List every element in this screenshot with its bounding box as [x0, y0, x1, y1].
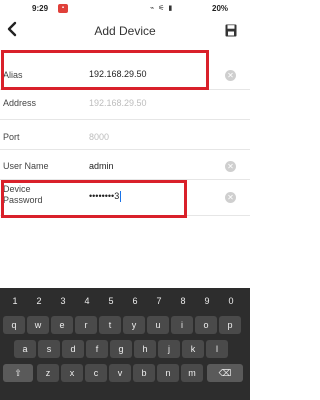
address-row[interactable]: Address 192.168.29.50: [0, 90, 250, 120]
key-z[interactable]: z: [37, 364, 59, 382]
key-p[interactable]: p: [219, 316, 241, 334]
key-4[interactable]: 4: [77, 292, 97, 310]
shift-key-icon[interactable]: ⇧: [3, 364, 33, 382]
username-clear-icon[interactable]: ✕: [225, 161, 236, 172]
key-q[interactable]: q: [3, 316, 25, 334]
key-l[interactable]: l: [206, 340, 228, 358]
key-6[interactable]: 6: [125, 292, 145, 310]
keyboard-row-2: a s d f g h j k l: [0, 340, 250, 360]
status-time: 9:29: [32, 4, 49, 13]
key-3[interactable]: 3: [53, 292, 73, 310]
address-input[interactable]: 192.168.29.50: [89, 98, 147, 108]
key-r[interactable]: r: [75, 316, 97, 334]
keyboard-number-row: 1 2 3 4 5 6 7 8 9 0: [0, 292, 250, 312]
key-y[interactable]: y: [123, 316, 145, 334]
key-k[interactable]: k: [182, 340, 204, 358]
key-d[interactable]: d: [62, 340, 84, 358]
username-row[interactable]: User Name admin ✕: [0, 150, 250, 180]
add-device-screen: 9:29 ▪ ⌁ ⚟ ▮ 20% Add Device Alias 192.16…: [0, 0, 250, 400]
delete-key-icon[interactable]: ⌫: [207, 364, 243, 382]
port-input[interactable]: 8000: [89, 132, 109, 142]
key-u[interactable]: u: [147, 316, 169, 334]
key-7[interactable]: 7: [149, 292, 169, 310]
username-label: User Name: [3, 161, 49, 171]
password-clear-icon[interactable]: ✕: [225, 192, 236, 203]
soft-keyboard: 1 2 3 4 5 6 7 8 9 0 q w e r t y u i o p …: [0, 288, 250, 400]
address-label: Address: [3, 98, 37, 108]
alias-highlight-box: [1, 50, 209, 90]
key-m[interactable]: m: [181, 364, 203, 382]
key-8[interactable]: 8: [173, 292, 193, 310]
status-bar: 9:29 ▪ ⌁ ⚟ ▮ 20%: [0, 0, 250, 18]
battery-level: 20%: [212, 4, 229, 13]
page-title: Add Device: [94, 24, 156, 38]
username-input[interactable]: admin: [89, 161, 114, 171]
key-c[interactable]: c: [85, 364, 107, 382]
key-f[interactable]: f: [86, 340, 108, 358]
key-h[interactable]: h: [134, 340, 156, 358]
key-s[interactable]: s: [38, 340, 60, 358]
port-row[interactable]: Port 8000: [0, 120, 250, 150]
key-w[interactable]: w: [27, 316, 49, 334]
key-9[interactable]: 9: [197, 292, 217, 310]
key-2[interactable]: 2: [29, 292, 49, 310]
alias-clear-icon[interactable]: ✕: [225, 70, 236, 81]
save-icon[interactable]: [225, 24, 237, 37]
key-5[interactable]: 5: [101, 292, 121, 310]
notification-badge-icon: ▪: [58, 4, 68, 13]
key-a[interactable]: a: [14, 340, 36, 358]
key-0[interactable]: 0: [221, 292, 241, 310]
port-label: Port: [3, 132, 20, 142]
key-o[interactable]: o: [195, 316, 217, 334]
key-e[interactable]: e: [51, 316, 73, 334]
app-bar: Add Device: [0, 18, 250, 44]
key-i[interactable]: i: [171, 316, 193, 334]
key-v[interactable]: v: [109, 364, 131, 382]
key-g[interactable]: g: [110, 340, 132, 358]
key-x[interactable]: x: [61, 364, 83, 382]
key-b[interactable]: b: [133, 364, 155, 382]
key-n[interactable]: n: [157, 364, 179, 382]
keyboard-row-1: q w e r t y u i o p: [0, 316, 250, 336]
key-t[interactable]: t: [99, 316, 121, 334]
key-j[interactable]: j: [158, 340, 180, 358]
keyboard-row-3: ⇧ z x c v b n m ⌫: [0, 364, 250, 384]
signal-icons: ⌁ ⚟ ▮: [150, 5, 174, 12]
password-highlight-box: [1, 180, 187, 218]
key-1[interactable]: 1: [5, 292, 25, 310]
